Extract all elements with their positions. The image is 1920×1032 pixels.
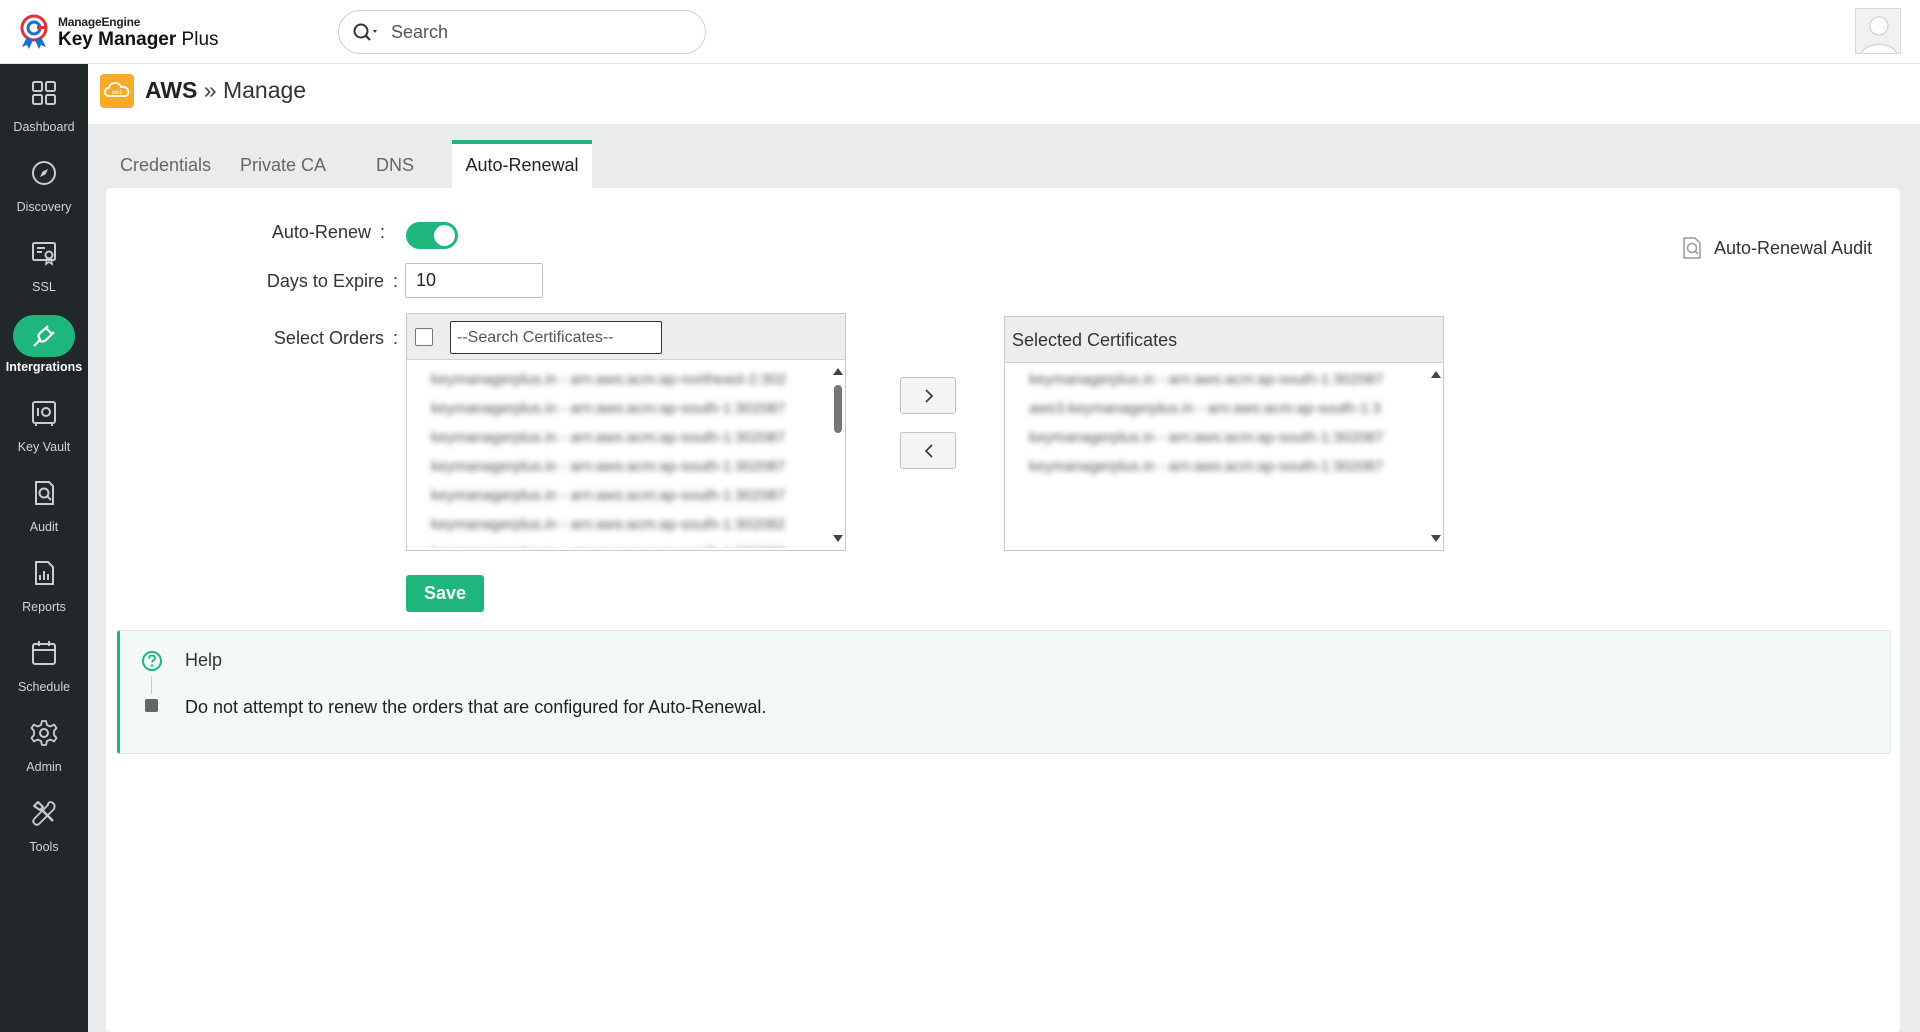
selected-list-body[interactable]: keymanagerplus.in - arn:aws:acm:ap-south… bbox=[1005, 365, 1425, 548]
tools-icon bbox=[32, 801, 56, 826]
audit-icon bbox=[35, 481, 54, 505]
sidebar-item-label: Schedule bbox=[17, 680, 71, 694]
list-item[interactable]: keymanagerplus.in - arn:aws:acm:ap-south… bbox=[407, 423, 827, 452]
help-question-icon bbox=[142, 651, 162, 671]
list-item[interactable]: keymanagerplus.in - arn:aws:acm:ap-south… bbox=[407, 510, 827, 539]
scroll-up-icon[interactable] bbox=[1431, 371, 1441, 378]
audit-search-icon bbox=[1683, 237, 1701, 259]
sidebar: Dashboard Discovery SSL Intergrations Ke… bbox=[0, 64, 88, 1032]
days-to-expire-label: Days to Expire : bbox=[266, 271, 398, 291]
dashboard-icon bbox=[32, 81, 56, 105]
list-item[interactable]: keymanagerplus.in - arn:aws:acm:ap-south… bbox=[407, 394, 827, 423]
sidebar-item-reports[interactable]: Reports bbox=[0, 544, 88, 624]
auto-renewal-audit-link[interactable]: Auto-Renewal Audit bbox=[1680, 236, 1872, 260]
certificate-search-input[interactable] bbox=[450, 321, 662, 354]
list-item[interactable]: keymanagerplus.in - arn:aws:acm:ap-north… bbox=[407, 365, 827, 394]
sidebar-item-discovery[interactable]: Discovery bbox=[0, 144, 88, 224]
avatar[interactable] bbox=[1855, 8, 1901, 54]
sidebar-item-label: Reports bbox=[22, 600, 66, 614]
selected-list-header: Selected Certificates bbox=[1005, 317, 1443, 363]
selected-list-scrollbar[interactable] bbox=[1429, 364, 1443, 550]
help-box: Help Do not attempt to renew the orders … bbox=[117, 630, 1891, 754]
sidebar-item-key-vault[interactable]: Key Vault bbox=[0, 384, 88, 464]
selected-certificates-list: Selected Certificates keymanagerplus.in … bbox=[1004, 316, 1444, 551]
sidebar-item-tools[interactable]: Tools bbox=[0, 784, 88, 864]
sidebar-item-label: Discovery bbox=[16, 200, 72, 214]
list-item[interactable]: keymanagerplus.in - arn:aws:acm:ap-south… bbox=[1005, 452, 1425, 481]
product-name: Key Manager Plus bbox=[58, 28, 219, 50]
audit-link-label: Auto-Renewal Audit bbox=[1714, 237, 1873, 258]
ssl-certificate-icon bbox=[32, 242, 56, 266]
auto-renew-label: Auto-Renew : bbox=[271, 222, 385, 242]
available-list-header bbox=[407, 314, 845, 360]
sidebar-item-dashboard[interactable]: Dashboard bbox=[0, 64, 88, 144]
available-certificates-list: keymanagerplus.in - arn:aws:acm:ap-north… bbox=[406, 313, 846, 551]
list-item[interactable]: keymanagerplus.in - arn:aws:acm:ap-south… bbox=[407, 452, 827, 481]
aws-icon: aws bbox=[100, 74, 134, 108]
app-logo[interactable]: ManageEngine Key Manager Plus bbox=[18, 13, 219, 51]
select-all-checkbox[interactable] bbox=[415, 328, 433, 346]
help-bullet bbox=[145, 699, 158, 712]
scroll-down-icon[interactable] bbox=[833, 535, 843, 542]
sidebar-item-ssl[interactable]: SSL bbox=[0, 224, 88, 304]
reports-icon bbox=[35, 561, 54, 585]
calendar-icon bbox=[32, 641, 56, 665]
help-text: Do not attempt to renew the orders that … bbox=[185, 697, 767, 717]
list-item[interactable]: keymanagerplus.in - arn:aws:acm:ap-south… bbox=[407, 539, 827, 548]
list-item[interactable]: aws3.keymanagerplus.in - arn:aws:acm:ap-… bbox=[1005, 394, 1425, 423]
chevron-left-icon bbox=[924, 444, 933, 458]
remove-selected-button[interactable] bbox=[900, 432, 956, 469]
list-item[interactable]: keymanagerplus.in - arn:aws:acm:ap-south… bbox=[1005, 365, 1425, 394]
sidebar-item-label: Tools bbox=[29, 840, 59, 854]
days-to-expire-field[interactable] bbox=[405, 263, 543, 298]
sidebar-item-label: Dashboard bbox=[13, 120, 75, 134]
sidebar-item-label: Intergrations bbox=[5, 360, 83, 374]
chevron-right-icon bbox=[925, 389, 934, 403]
key-manager-logo-icon bbox=[20, 14, 48, 49]
list-item[interactable]: keymanagerplus.in - arn:aws:acm:ap-south… bbox=[407, 481, 827, 510]
user-avatar-icon bbox=[1861, 16, 1897, 53]
sidebar-item-schedule[interactable]: Schedule bbox=[0, 624, 88, 704]
sidebar-item-label: Audit bbox=[29, 520, 59, 534]
sidebar-item-intergrations[interactable]: Intergrations bbox=[0, 304, 88, 384]
list-item[interactable]: keymanagerplus.in - arn:aws:acm:ap-south… bbox=[1005, 423, 1425, 452]
add-selected-button[interactable] bbox=[900, 377, 956, 414]
help-divider-line bbox=[151, 676, 152, 694]
save-button[interactable]: Save bbox=[406, 575, 484, 612]
scroll-thumb[interactable] bbox=[834, 385, 842, 433]
sidebar-item-label: Admin bbox=[26, 760, 62, 774]
available-list-body[interactable]: keymanagerplus.in - arn:aws:acm:ap-north… bbox=[407, 365, 827, 548]
available-list-scrollbar[interactable] bbox=[831, 361, 845, 550]
scroll-up-icon[interactable] bbox=[833, 368, 843, 375]
selected-certificates-title: Selected Certificates bbox=[1012, 330, 1178, 350]
sidebar-item-label: Key Vault bbox=[17, 440, 71, 454]
search-input[interactable] bbox=[391, 20, 691, 44]
toggle-knob bbox=[434, 225, 455, 246]
plug-icon bbox=[33, 325, 55, 347]
scroll-down-icon[interactable] bbox=[1431, 535, 1441, 542]
search-icon[interactable] bbox=[352, 22, 382, 44]
tab-credentials[interactable]: Credentials bbox=[120, 140, 220, 188]
sidebar-item-admin[interactable]: Admin bbox=[0, 704, 88, 784]
sidebar-item-label: SSL bbox=[32, 280, 56, 294]
auto-renew-toggle[interactable] bbox=[406, 222, 458, 249]
gear-icon bbox=[30, 720, 58, 746]
brand-name: ManageEngine bbox=[58, 14, 141, 29]
global-search[interactable] bbox=[338, 10, 706, 54]
select-orders-label: Select Orders : bbox=[273, 328, 398, 348]
top-header: ManageEngine Key Manager Plus bbox=[0, 0, 1920, 64]
tab-auto-renewal[interactable]: Auto-Renewal bbox=[452, 140, 592, 188]
page-title: AWS » Manage bbox=[145, 77, 307, 103]
tab-private-ca[interactable]: Private CA bbox=[240, 140, 340, 188]
sidebar-item-audit[interactable]: Audit bbox=[0, 464, 88, 544]
help-title: Help bbox=[185, 650, 223, 670]
tab-dns[interactable]: DNS bbox=[376, 140, 436, 188]
auto-renewal-panel bbox=[106, 188, 1900, 1032]
page-header: aws AWS » Manage bbox=[88, 64, 1920, 124]
vault-icon bbox=[32, 401, 56, 426]
compass-icon bbox=[32, 161, 56, 185]
svg-text:aws: aws bbox=[112, 90, 123, 96]
